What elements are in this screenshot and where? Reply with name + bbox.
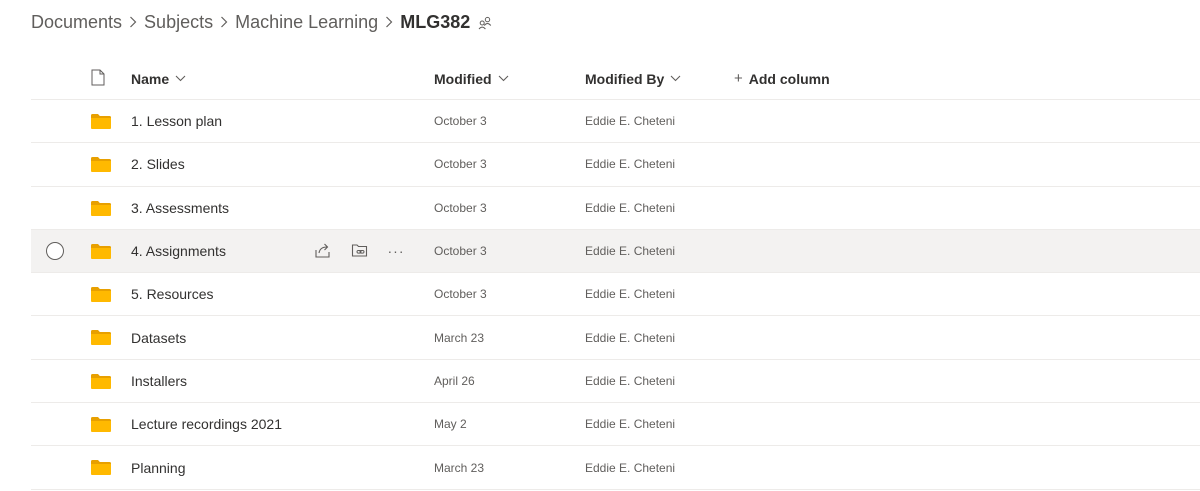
column-header-modified-label: Modified <box>434 70 492 87</box>
folder-icon <box>91 460 111 476</box>
list-item[interactable]: Lecture recordings 2021 May 2 Eddie E. C… <box>31 403 1200 447</box>
chevron-right-icon <box>378 16 400 28</box>
add-column-label: Add column <box>748 70 830 87</box>
breadcrumb-documents[interactable]: Documents <box>31 12 122 33</box>
breadcrumb-machine-learning[interactable]: Machine Learning <box>235 12 378 33</box>
list-item[interactable]: Planning March 23 Eddie E. Cheteni <box>31 446 1200 490</box>
modified-date: March 23 <box>434 460 485 475</box>
column-header-modified[interactable]: Modified <box>434 57 509 100</box>
modified-by: Eddie E. Cheteni <box>585 157 676 172</box>
modified-date: October 3 <box>434 287 487 302</box>
file-name[interactable]: Datasets <box>131 316 186 358</box>
modified-date: May 2 <box>434 417 467 432</box>
chevron-right-icon <box>213 16 235 28</box>
chevron-down-icon <box>670 75 681 82</box>
file-name[interactable]: 1. Lesson plan <box>131 100 222 142</box>
row-select-radio[interactable] <box>46 241 64 260</box>
modified-by: Eddie E. Cheteni <box>585 417 676 432</box>
modified-by: Eddie E. Cheteni <box>585 244 676 259</box>
column-header-modified-by-label: Modified By <box>585 70 665 87</box>
list-item[interactable]: 5. Resources October 3 Eddie E. Cheteni <box>31 273 1200 317</box>
folder-icon <box>91 157 111 173</box>
file-name[interactable]: 4. Assignments <box>131 230 226 272</box>
folder-icon <box>91 243 111 259</box>
chevron-down-icon <box>175 75 186 82</box>
people-share-icon[interactable] <box>478 16 492 30</box>
modified-date: October 3 <box>434 244 487 259</box>
folder-icon <box>91 287 111 303</box>
column-header-name[interactable]: Name <box>131 57 186 100</box>
file-name[interactable]: 2. Slides <box>131 143 185 185</box>
document-icon <box>91 69 105 86</box>
chevron-down-icon <box>498 75 509 82</box>
file-name[interactable]: Lecture recordings 2021 <box>131 403 282 445</box>
more-icon[interactable]: ··· <box>386 241 406 261</box>
file-name[interactable]: Installers <box>131 360 187 402</box>
folder-icon <box>91 373 111 389</box>
modified-by: Eddie E. Cheteni <box>585 287 676 302</box>
add-column-button[interactable]: + Add column <box>734 57 830 100</box>
modified-date: October 3 <box>434 157 487 172</box>
modified-date: March 23 <box>434 330 485 345</box>
list-header: Name Modified Modified By + Add column <box>31 57 1200 100</box>
list-item[interactable]: 4. Assignments ··· October 3 Eddie E. Ch… <box>31 229 1200 274</box>
modified-by: Eddie E. Cheteni <box>585 330 676 345</box>
list-item[interactable]: 2. Slides October 3 Eddie E. Cheteni <box>31 143 1200 187</box>
chevron-right-icon <box>122 16 144 28</box>
modified-by: Eddie E. Cheteni <box>585 373 676 388</box>
file-name[interactable]: 5. Resources <box>131 273 213 315</box>
modified-date: April 26 <box>434 373 475 388</box>
column-header-modified-by[interactable]: Modified By <box>585 57 681 100</box>
list-item[interactable]: 1. Lesson plan October 3 Eddie E. Cheten… <box>31 100 1200 144</box>
file-name[interactable]: 3. Assessments <box>131 187 229 229</box>
breadcrumb: Documents Subjects Machine Learning MLG3… <box>31 8 492 36</box>
list-item[interactable]: Datasets March 23 Eddie E. Cheteni <box>31 316 1200 360</box>
list-item[interactable]: 3. Assessments October 3 Eddie E. Cheten… <box>31 187 1200 230</box>
column-header-name-label: Name <box>131 70 170 87</box>
share-icon[interactable] <box>312 241 332 261</box>
folder-icon <box>91 114 111 129</box>
modified-by: Eddie E. Cheteni <box>585 114 676 129</box>
file-name[interactable]: Planning <box>131 446 186 488</box>
breadcrumb-current: MLG382 <box>400 11 471 32</box>
modified-date: October 3 <box>434 200 487 215</box>
folder-icon <box>91 417 111 433</box>
file-list: 1. Lesson plan October 3 Eddie E. Cheten… <box>31 100 1200 490</box>
folder-icon <box>91 330 111 346</box>
breadcrumb-subjects[interactable]: Subjects <box>144 12 213 33</box>
list-item[interactable]: Installers April 26 Eddie E. Cheteni <box>31 360 1200 404</box>
plus-icon: + <box>734 70 743 87</box>
modified-by: Eddie E. Cheteni <box>585 200 676 215</box>
folder-icon <box>91 200 111 216</box>
modified-date: October 3 <box>434 114 487 129</box>
copy-link-icon[interactable] <box>349 241 369 261</box>
modified-by: Eddie E. Cheteni <box>585 460 676 475</box>
